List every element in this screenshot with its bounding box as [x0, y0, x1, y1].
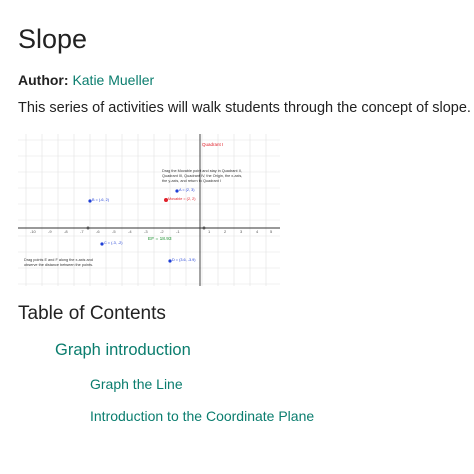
- page-title: Slope: [18, 24, 88, 54]
- toc-item-graph-introduction[interactable]: Graph introduction: [55, 341, 191, 360]
- drag-note-line-2: observe the distance between the points.: [24, 263, 93, 267]
- ef-distance-label: EF = 18.93: [148, 236, 172, 242]
- author-label: Author:: [18, 72, 69, 88]
- point-f[interactable]: [202, 226, 206, 230]
- toc-heading: Table of Contents: [18, 303, 166, 324]
- point-d-label: D = (3.6, -3.9): [172, 258, 196, 262]
- point-b-label: B = (-6, 2): [92, 198, 110, 202]
- point-a-label: A = (2, 3): [179, 188, 195, 192]
- point-c-label: C = (-3, -2): [104, 241, 123, 245]
- point-e[interactable]: [86, 226, 90, 230]
- author-line: Author: Katie Mueller: [18, 72, 154, 88]
- instruction-line-3: the y-axis, and return to Quadrant I: [162, 179, 221, 183]
- quadrant-label: Quadrant I: [202, 142, 223, 147]
- instruction-line-2: Quadrant III, Quadrant IV, the Origin, t…: [162, 174, 242, 178]
- drag-note-line-1: Drag points E and F along the x-axis and: [24, 258, 93, 262]
- instruction-line-1: Drag the Movable point and stay in Quadr…: [162, 169, 242, 173]
- author-link[interactable]: Katie Mueller: [72, 72, 154, 88]
- activity-thumbnail[interactable]: -10 -9 -8 -7 -6 -5 -4 -3 -2 -1 1 2 345 Quadrant I…: [18, 134, 280, 286]
- point-movable-label: Movable = (2, 2): [168, 197, 196, 201]
- svg-text:-10: -10: [30, 229, 37, 234]
- toc-item-coordinate-plane[interactable]: Introduction to the Coordinate Plane: [90, 408, 314, 424]
- book-description: This series of activities will walk stud…: [18, 100, 471, 116]
- toc-item-graph-the-line[interactable]: Graph the Line: [90, 376, 183, 392]
